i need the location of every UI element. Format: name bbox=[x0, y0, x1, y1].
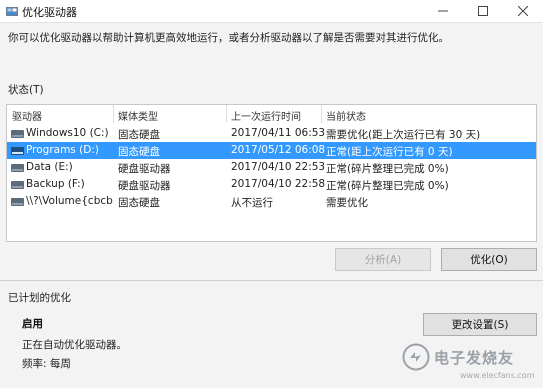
list-header: 驱动器 媒体类型 上一次运行时间 当前状态 bbox=[7, 105, 536, 123]
watermark-logo-icon bbox=[402, 343, 430, 371]
optimize-button[interactable]: 优化(O) bbox=[441, 248, 537, 271]
drive-status: 正常(距上次运行已有 0 天) bbox=[326, 146, 453, 158]
close-icon bbox=[518, 6, 528, 16]
drive-media-type: 硬盘驱动器 bbox=[118, 163, 171, 175]
drive-name: Programs (D:) bbox=[26, 144, 99, 156]
drive-last-run: 2017/04/11 06:53 bbox=[231, 127, 326, 139]
schedule-running-text: 正在自动优化驱动器。 bbox=[22, 339, 127, 351]
drive-media-type: 固态硬盘 bbox=[118, 197, 160, 209]
window-title: 优化驱动器 bbox=[22, 6, 77, 19]
drive-last-run: 2017/05/12 06:08 bbox=[231, 144, 326, 156]
drive-row[interactable]: \\?\Volume{cbcb... 固态硬盘 从不运行 需要优化 bbox=[7, 193, 536, 210]
drive-name: Windows10 (C:) bbox=[26, 127, 109, 139]
drive-status: 需要优化(距上次运行已有 30 天) bbox=[326, 129, 481, 141]
scheduled-optimization-title: 已计划的优化 bbox=[8, 292, 71, 304]
drive-icon bbox=[11, 147, 24, 155]
status-label: 状态(T) bbox=[8, 84, 44, 96]
drive-icon bbox=[11, 164, 24, 172]
close-button[interactable] bbox=[503, 0, 543, 22]
maximize-icon bbox=[478, 6, 488, 16]
drive-media-type: 硬盘驱动器 bbox=[118, 180, 171, 192]
minimize-icon bbox=[438, 10, 448, 12]
column-header-media-type[interactable]: 媒体类型 bbox=[118, 108, 158, 123]
watermark-url: www.elecfans.com bbox=[460, 371, 535, 380]
minimize-button[interactable] bbox=[423, 0, 463, 22]
drive-row[interactable]: Windows10 (C:) 固态硬盘 2017/04/11 06:53 需要优… bbox=[7, 125, 536, 142]
drive-media-type: 固态硬盘 bbox=[118, 146, 160, 158]
column-header-status[interactable]: 当前状态 bbox=[326, 108, 366, 123]
watermark: 电子发烧友 www.elecfans.com bbox=[402, 339, 540, 385]
drive-name: Backup (F:) bbox=[26, 178, 85, 190]
drive-status: 正常(碎片整理已完成 0%) bbox=[326, 163, 449, 175]
drive-media-type: 固态硬盘 bbox=[118, 129, 160, 141]
watermark-text: 电子发烧友 bbox=[434, 349, 515, 367]
drive-rows: Windows10 (C:) 固态硬盘 2017/04/11 06:53 需要优… bbox=[7, 125, 536, 210]
maximize-button[interactable] bbox=[463, 0, 503, 22]
description-text: 你可以优化驱动器以帮助计算机更高效地运行，或者分析驱动器以了解是否需要对其进行优… bbox=[8, 32, 449, 44]
schedule-state: 启用 bbox=[22, 318, 43, 330]
drive-status: 正常(碎片整理已完成 0%) bbox=[326, 180, 449, 192]
drive-icon bbox=[11, 198, 24, 206]
drive-last-run: 从不运行 bbox=[231, 197, 273, 209]
column-header-drive[interactable]: 驱动器 bbox=[12, 108, 42, 123]
drive-name: \\?\Volume{cbcb... bbox=[26, 195, 114, 207]
drive-last-run: 2017/04/10 22:53 bbox=[231, 161, 326, 173]
drive-status: 需要优化 bbox=[326, 197, 368, 209]
drive-icon bbox=[11, 181, 24, 189]
drive-row[interactable]: Backup (F:) 硬盘驱动器 2017/04/10 22:58 正常(碎片… bbox=[7, 176, 536, 193]
drive-list[interactable]: 驱动器 媒体类型 上一次运行时间 当前状态 Windows10 (C:) 固态硬… bbox=[6, 104, 537, 242]
analyze-button[interactable]: 分析(A) bbox=[335, 248, 431, 271]
drive-name: Data (E:) bbox=[26, 161, 73, 173]
defrag-icon bbox=[6, 7, 18, 16]
drive-row[interactable]: Data (E:) 硬盘驱动器 2017/04/10 22:53 正常(碎片整理… bbox=[7, 159, 536, 176]
column-header-last-run[interactable]: 上一次运行时间 bbox=[231, 108, 301, 123]
drive-icon bbox=[11, 130, 24, 138]
drive-last-run: 2017/04/10 22:58 bbox=[231, 178, 326, 190]
drive-row-selected[interactable]: Programs (D:) 固态硬盘 2017/05/12 06:08 正常(距… bbox=[7, 142, 536, 159]
change-settings-button[interactable]: 更改设置(S) bbox=[423, 313, 537, 336]
title-bar: 优化驱动器 bbox=[0, 0, 543, 23]
section-divider bbox=[0, 280, 543, 281]
schedule-frequency: 频率: 每周 bbox=[22, 358, 71, 370]
